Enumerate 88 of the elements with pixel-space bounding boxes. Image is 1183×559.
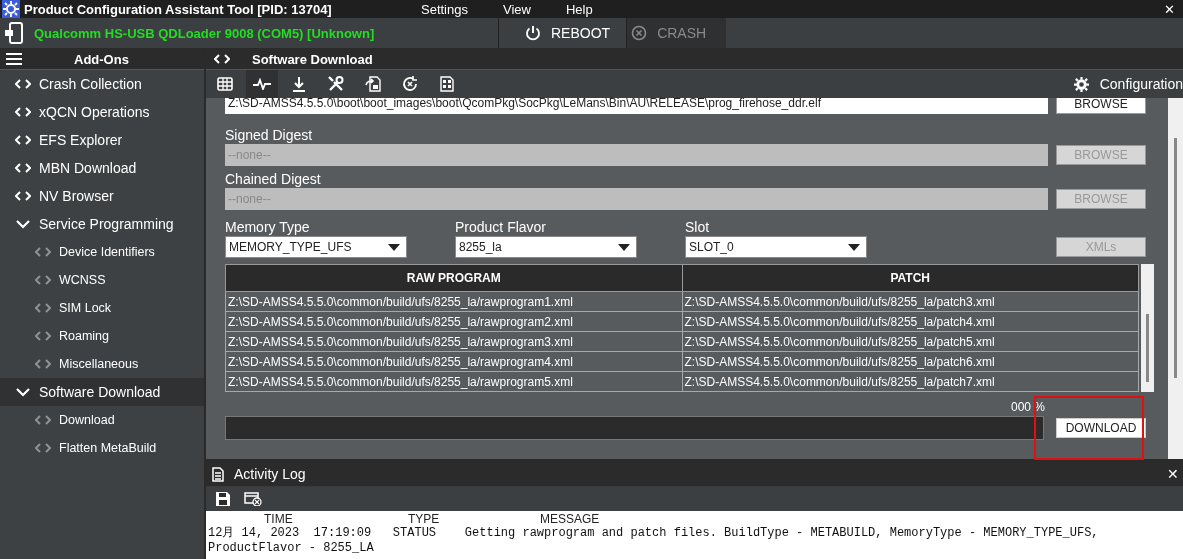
log-line: 12月 14, 2023 17:19:09 STATUS Getting rawprogram and patch files. BuildType - METABUILD, MemoryType - MEMORY_TYPE_UFS, [208, 526, 1100, 541]
code-icon [15, 79, 31, 89]
code-icon [35, 415, 51, 425]
sidebar-item[interactable]: xQCN Operations [0, 98, 204, 126]
sidebar-title: Add-Ons [74, 51, 129, 67]
menu-item[interactable]: Help [565, 1, 593, 17]
field-label: Product Flavor [455, 218, 548, 236]
table-cell: Z:\SD-AMSS4.5.5.0\common/build/ufs/8255_la/rawprogram1.xml [225, 291, 682, 312]
caret-icon [388, 243, 400, 251]
sidebar-item[interactable]: WCNSS [0, 266, 204, 294]
window-title: Product Configuration Assistant Tool [PID: 13704] [24, 1, 333, 17]
sidebar-item[interactable]: Download [0, 406, 204, 434]
code-icon [15, 135, 31, 145]
table-cell: Z:\SD-AMSS4.5.5.0\common/build/ufs/8255_la/patch6.xml [682, 351, 1139, 372]
configuration-button[interactable]: Configuration [1073, 76, 1183, 92]
gear-logo-icon [2, 0, 20, 18]
menu-item[interactable]: View [503, 1, 531, 17]
code-icon [35, 443, 51, 453]
sidebar-item[interactable]: MBN Download [0, 154, 204, 182]
sidebar-item[interactable]: Flatten MetaBuild [0, 434, 204, 462]
table-cell: Z:\SD-AMSS4.5.5.0\common/build/ufs/8255_la/patch3.xml [682, 291, 1139, 312]
pulse-icon [253, 78, 271, 90]
sidebar-item[interactable]: Crash Collection [0, 70, 204, 98]
table-cell: Z:\SD-AMSS4.5.5.0\common/build/ufs/8255_la/rawprogram4.xml [225, 351, 682, 372]
sidebar-item[interactable]: EFS Explorer [0, 126, 204, 154]
sidebar-item[interactable]: Service Programming [0, 210, 204, 238]
device-label: Qualcomm HS-USB QDLoader 9008 (COM5) [Unknown] [34, 25, 376, 41]
tools-icon [328, 76, 344, 92]
menu-icon[interactable] [6, 53, 22, 65]
chevron-down-icon [15, 219, 31, 229]
restore-icon [402, 76, 418, 92]
dropdown[interactable]: MEMORY_TYPE_UFS [225, 236, 407, 258]
column-header: MESSAGE [540, 512, 600, 526]
panel-title: Software Download [252, 51, 373, 67]
table-cell: Z:\SD-AMSS4.5.5.0\common/build/ufs/8255_la/rawprogram5.xml [225, 371, 682, 392]
chevron-down-icon [15, 387, 31, 397]
power-icon [525, 25, 541, 41]
dropdown[interactable]: SLOT_0 [685, 236, 867, 258]
close-button[interactable]: ✕ [1164, 1, 1175, 17]
text-file-icon [440, 76, 454, 92]
field-label: Chained Digest [225, 170, 322, 188]
table-cell: Z:\SD-AMSS4.5.5.0\common/build/ufs/8255_la/patch4.xml [682, 311, 1139, 332]
code-icon [35, 331, 51, 341]
sidebar-item[interactable]: SIM Lock [0, 294, 204, 322]
column-header: TYPE [408, 512, 440, 526]
browse-button[interactable]: BROWSE [1056, 98, 1146, 114]
sidebar-item[interactable]: Roaming [0, 322, 204, 350]
phone-icon [4, 22, 24, 44]
code-icon [214, 54, 230, 64]
sidebar-item[interactable]: Device Identifiers [0, 238, 204, 266]
caret-icon [618, 243, 630, 251]
column-header: TIME [264, 512, 293, 526]
field-label: Slot [685, 218, 711, 236]
column-header: RAW PROGRAM [225, 264, 682, 292]
code-icon [35, 303, 51, 313]
close-button[interactable]: ✕ [1167, 466, 1179, 482]
dropdown[interactable]: 8255_la [455, 236, 637, 258]
clear-log-icon[interactable] [244, 492, 262, 506]
sidebar-item[interactable]: Miscellaneous [0, 350, 204, 378]
log-line: ProductFlavor - 8255_LA [208, 541, 375, 556]
code-icon [15, 107, 31, 117]
programmer-path-field[interactable]: Z:\SD-AMSS4.5.5.0\boot\boot_images\boot\QcomPkg\SocPkg\LeMans\Bin\AU\RELEASE\prog_firehose_ddr.elf [225, 98, 1048, 114]
sidebar-item[interactable]: Software Download [0, 378, 204, 406]
caret-icon [848, 243, 860, 251]
field-label: Memory Type [225, 218, 311, 236]
save-icon[interactable] [216, 492, 230, 506]
sidebar-item[interactable]: NV Browser [0, 182, 204, 210]
code-icon [35, 359, 51, 369]
code-icon [15, 191, 31, 201]
table-cell: Z:\SD-AMSS4.5.5.0\common/build/ufs/8255_la/patch7.xml [682, 371, 1139, 392]
download-button[interactable]: DOWNLOAD [1056, 418, 1146, 438]
settings-icon [1073, 76, 1089, 92]
panel-title: Activity Log [234, 466, 306, 482]
code-icon [35, 275, 51, 285]
field-label: Signed Digest [225, 126, 314, 144]
document-icon [212, 466, 224, 482]
toolbar-button[interactable] [246, 70, 278, 98]
file-export-icon [365, 76, 381, 92]
code-icon [15, 163, 31, 173]
menu-item[interactable]: Settings [421, 1, 468, 17]
table-icon [217, 77, 233, 91]
table-cell: Z:\SD-AMSS4.5.5.0\common/build/ufs/8255_la/rawprogram2.xml [225, 311, 682, 332]
download-icon [292, 76, 306, 92]
close-circle-icon [631, 25, 648, 41]
column-header: PATCH [682, 264, 1139, 292]
table-cell: Z:\SD-AMSS4.5.5.0\common/build/ufs/8255_la/rawprogram3.xml [225, 331, 682, 352]
table-cell: Z:\SD-AMSS4.5.5.0\common/build/ufs/8255_la/patch5.xml [682, 331, 1139, 352]
code-icon [35, 247, 51, 257]
